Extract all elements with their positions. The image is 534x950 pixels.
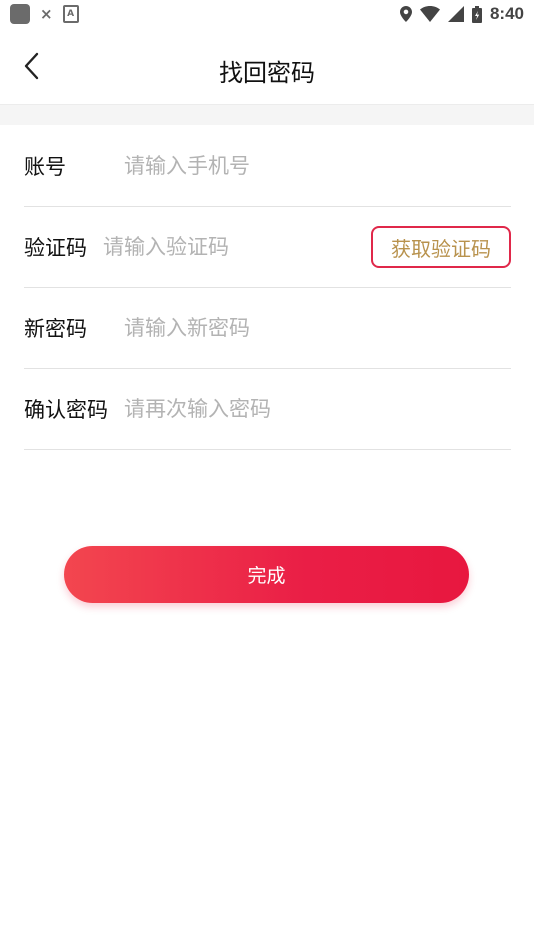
signal-icon <box>447 6 464 22</box>
header-bar: 找回密码 <box>0 28 534 105</box>
status-left-icons: × A <box>10 4 79 24</box>
status-right-icons: 8:40 <box>399 4 524 24</box>
chevron-left-icon <box>24 52 39 80</box>
status-bar: × A 8:40 <box>0 0 534 28</box>
app-square-icon <box>10 4 30 24</box>
confirm-password-label: 确认密码 <box>24 398 108 422</box>
code-row: 验证码 获取验证码 <box>24 207 511 288</box>
get-code-button[interactable]: 获取验证码 <box>371 226 511 268</box>
close-icon: × <box>40 5 53 23</box>
reset-password-form: 账号 验证码 获取验证码 新密码 确认密码 <box>24 126 511 450</box>
section-divider <box>0 105 534 125</box>
wifi-icon <box>419 6 440 22</box>
back-button[interactable] <box>14 48 50 84</box>
confirm-password-row: 确认密码 <box>24 369 511 450</box>
new-password-row: 新密码 <box>24 288 511 369</box>
page-title: 找回密码 <box>219 59 315 87</box>
confirm-password-input[interactable] <box>124 389 511 429</box>
code-input[interactable] <box>103 227 371 267</box>
account-input[interactable] <box>124 146 511 186</box>
battery-icon <box>471 5 482 23</box>
new-password-label: 新密码 <box>24 317 87 341</box>
new-password-input[interactable] <box>124 308 511 348</box>
keyboard-a-icon: A <box>62 5 79 23</box>
code-label: 验证码 <box>24 236 87 260</box>
account-row: 账号 <box>24 126 511 207</box>
submit-button[interactable]: 完成 <box>64 546 469 603</box>
location-icon <box>399 6 412 22</box>
status-time: 8:40 <box>489 4 524 23</box>
account-label: 账号 <box>24 155 66 179</box>
